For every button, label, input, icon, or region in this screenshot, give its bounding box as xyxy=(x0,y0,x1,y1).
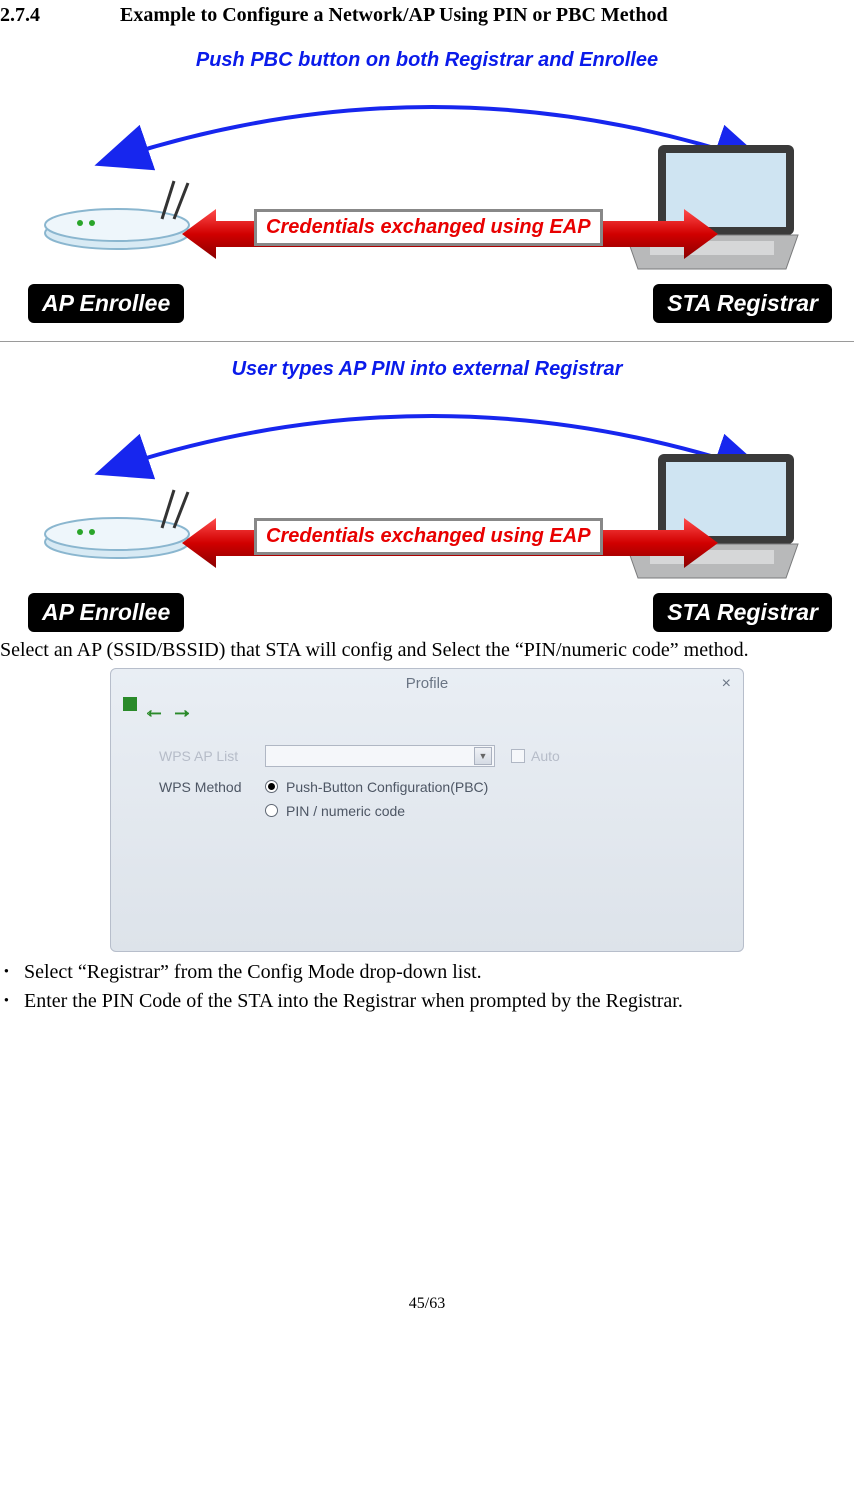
nav-back-icon[interactable]: ← xyxy=(143,697,165,723)
close-icon[interactable]: × xyxy=(722,675,731,693)
credentials-label: Credentials exchanged using EAP xyxy=(254,209,603,246)
radio-pbc[interactable] xyxy=(265,780,278,793)
bullet-list: Select “Registrar” from the Config Mode … xyxy=(0,960,854,1015)
page-number: 45/63 xyxy=(0,1295,854,1323)
nav-stop-icon[interactable] xyxy=(123,697,137,711)
section-title: Example to Configure a Network/AP Using … xyxy=(120,4,854,27)
nav-forward-icon[interactable]: → xyxy=(171,697,193,723)
wps-method-row-pin: PIN / numeric code xyxy=(159,803,405,819)
section-number: 2.7.4 xyxy=(0,4,120,27)
radio-pin[interactable] xyxy=(265,804,278,817)
section-header: 2.7.4 Example to Configure a Network/AP … xyxy=(0,4,854,27)
radio-pbc-label: Push-Button Configuration(PBC) xyxy=(286,779,488,795)
access-point-icon xyxy=(32,175,202,251)
sta-registrar-label: STA Registrar xyxy=(653,284,832,323)
wps-ap-list-row: WPS AP List ▼ Auto xyxy=(159,745,560,767)
access-point-icon xyxy=(32,484,202,560)
diagram2-labels-row: AP Enrollee STA Registrar xyxy=(28,593,832,632)
chevron-down-icon[interactable]: ▼ xyxy=(474,747,492,765)
separator xyxy=(0,341,854,342)
wps-ap-list-select[interactable]: ▼ xyxy=(265,745,495,767)
wps-method-row-pbc: WPS Method Push-Button Configuration(PBC… xyxy=(159,779,488,795)
panel-title: Profile xyxy=(111,675,743,692)
auto-checkbox[interactable] xyxy=(511,749,525,763)
sta-registrar-label: STA Registrar xyxy=(653,593,832,632)
list-item: Enter the PIN Code of the STA into the R… xyxy=(0,989,854,1015)
profile-panel: Profile × ← → WPS AP List ▼ Auto WPS Met… xyxy=(110,668,744,952)
wps-method-label: WPS Method xyxy=(159,779,265,795)
ap-enrollee-label: AP Enrollee xyxy=(28,284,184,323)
radio-pin-label: PIN / numeric code xyxy=(286,803,405,819)
diagram1-labels-row: AP Enrollee STA Registrar xyxy=(28,284,832,323)
diagram-pbc: Push PBC button on both Registrar and En… xyxy=(22,45,832,325)
paragraph-select-ap: Select an AP (SSID/BSSID) that STA will … xyxy=(0,638,854,664)
credentials-label: Credentials exchanged using EAP xyxy=(254,518,603,555)
auto-label: Auto xyxy=(531,748,560,764)
nav-controls: ← → xyxy=(123,697,193,723)
ap-enrollee-label: AP Enrollee xyxy=(28,593,184,632)
wps-ap-list-label: WPS AP List xyxy=(159,748,265,764)
diagram-title-pin: User types AP PIN into external Registra… xyxy=(22,358,832,381)
diagram-pin: User types AP PIN into external Registra… xyxy=(22,354,832,634)
list-item: Select “Registrar” from the Config Mode … xyxy=(0,960,854,986)
diagram-title-pbc: Push PBC button on both Registrar and En… xyxy=(22,49,832,72)
